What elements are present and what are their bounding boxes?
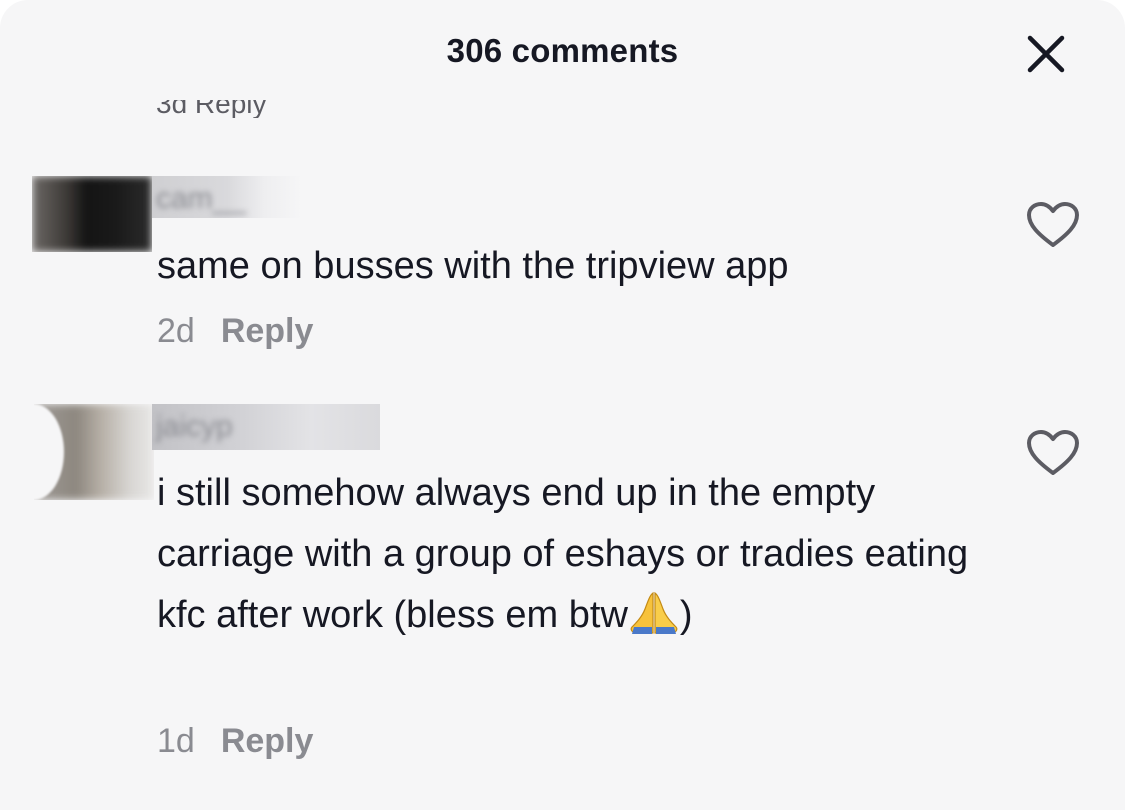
comment-username-text: jaicyp [156, 410, 233, 443]
comment-timestamp: 1d [157, 722, 195, 760]
close-icon [1027, 35, 1065, 73]
close-button[interactable] [1024, 32, 1068, 76]
reply-button[interactable]: Reply [221, 312, 314, 350]
comment-meta: 2d Reply [157, 312, 313, 351]
comment-meta: 1d Reply [157, 722, 313, 761]
avatar[interactable] [32, 176, 152, 252]
previous-comment-meta-text: 3d Reply [156, 100, 267, 118]
comment-text-body: i still somehow always end up in the emp… [157, 472, 969, 636]
comment-username-text: cam__ [156, 182, 247, 215]
heart-outline-icon [1027, 430, 1079, 475]
comment-text: same on busses with the tripview app [157, 245, 789, 287]
comment-username[interactable]: cam__ [152, 176, 302, 218]
reply-button[interactable]: Reply [221, 722, 314, 760]
comments-count-title: 306 comments [446, 32, 679, 69]
like-button[interactable] [1026, 201, 1080, 249]
like-button[interactable] [1026, 429, 1080, 477]
previous-comment-meta: 3d Reply [156, 100, 326, 118]
comment-username[interactable]: jaicyp [152, 404, 380, 450]
comments-header: 306 comments [0, 0, 1125, 100]
comment-text-tail: ) [679, 594, 693, 636]
heart-outline-icon [1027, 202, 1079, 247]
comments-sheet: 306 comments 3d Reply cam__ same on buss… [0, 0, 1125, 810]
folded-hands-emoji [630, 591, 678, 634]
avatar[interactable] [34, 404, 154, 500]
comment-timestamp: 2d [157, 312, 195, 350]
comment-text: i still somehow always end up in the emp… [157, 463, 987, 646]
